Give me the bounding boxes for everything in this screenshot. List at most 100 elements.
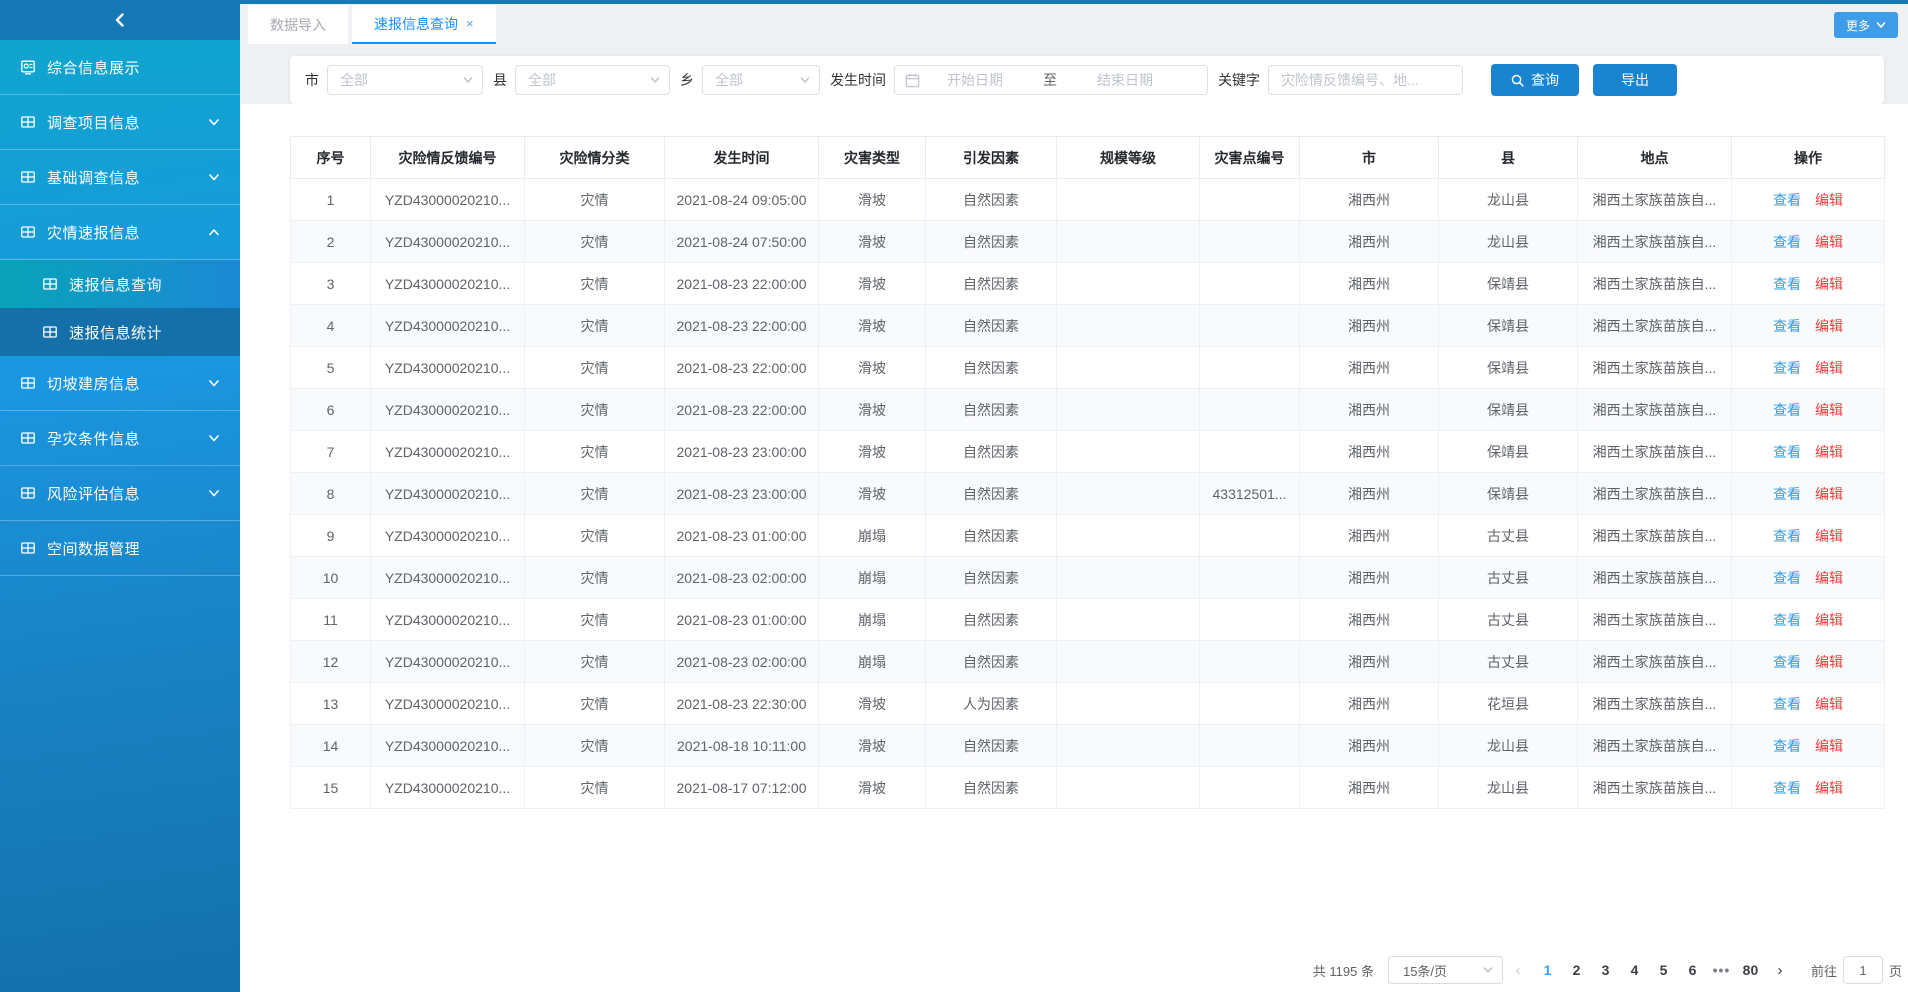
page-number-4[interactable]: 4 [1620, 962, 1649, 978]
view-link[interactable]: 查看 [1773, 360, 1801, 376]
table-icon [20, 485, 36, 501]
table-cell-actions: 查看编辑 [1732, 599, 1885, 641]
sidebar-item-速报信息统计[interactable]: 速报信息统计 [0, 308, 240, 356]
view-link[interactable]: 查看 [1773, 276, 1801, 292]
date-to-label: 至 [1030, 70, 1070, 90]
prev-page-button[interactable]: ‹ [1503, 962, 1533, 979]
table-header-row: 序号灾险情反馈编号灾险情分类发生时间灾害类型引发因素规模等级灾害点编号市县地点操… [291, 137, 1885, 179]
sidebar-item-空间数据管理[interactable]: 空间数据管理 [0, 521, 240, 576]
town-select[interactable]: 全部 [702, 65, 820, 95]
view-link[interactable]: 查看 [1773, 402, 1801, 418]
more-button[interactable]: 更多 [1834, 12, 1898, 38]
edit-link[interactable]: 编辑 [1815, 570, 1843, 586]
view-link[interactable]: 查看 [1773, 780, 1801, 796]
city-select[interactable]: 全部 [327, 65, 483, 95]
sidebar-item-孕灾条件信息[interactable]: 孕灾条件信息 [0, 411, 240, 466]
view-link[interactable]: 查看 [1773, 486, 1801, 502]
table-cell [1200, 431, 1300, 473]
table-cell [1200, 263, 1300, 305]
view-link[interactable]: 查看 [1773, 192, 1801, 208]
county-select[interactable]: 全部 [515, 65, 670, 95]
table-cell [1200, 221, 1300, 263]
view-link[interactable]: 查看 [1773, 234, 1801, 250]
edit-link[interactable]: 编辑 [1815, 486, 1843, 502]
tab-bar: 数据导入 速报信息查询 × 更多 [240, 4, 1908, 44]
table-row: 10YZD43000020210...灾情2021-08-23 02:00:00… [291, 557, 1885, 599]
edit-link[interactable]: 编辑 [1815, 360, 1843, 376]
table-cell: 湘西州 [1300, 683, 1439, 725]
sidebar-item-灾情速报信息[interactable]: 灾情速报信息 [0, 205, 240, 260]
table-cell: 灾情 [525, 305, 665, 347]
page-number-2[interactable]: 2 [1562, 962, 1591, 978]
sidebar-item-风险评估信息[interactable]: 风险评估信息 [0, 466, 240, 521]
tab-data-import[interactable]: 数据导入 [248, 5, 348, 44]
page-size-select[interactable]: 15条/页 [1388, 956, 1503, 984]
view-link[interactable]: 查看 [1773, 570, 1801, 586]
next-page-button[interactable]: › [1765, 962, 1795, 979]
table-cell: 湘西州 [1300, 725, 1439, 767]
page-number-80[interactable]: 80 [1736, 962, 1765, 978]
page-size-value: 15条/页 [1403, 961, 1482, 980]
edit-link[interactable]: 编辑 [1815, 444, 1843, 460]
view-link[interactable]: 查看 [1773, 654, 1801, 670]
view-link[interactable]: 查看 [1773, 612, 1801, 628]
tab-close-icon[interactable]: × [466, 16, 474, 31]
goto-page-input[interactable] [1843, 956, 1883, 984]
view-link[interactable]: 查看 [1773, 444, 1801, 460]
search-button[interactable]: 查询 [1491, 64, 1579, 96]
edit-link[interactable]: 编辑 [1815, 318, 1843, 334]
sidebar-item-切坡建房信息[interactable]: 切坡建房信息 [0, 356, 240, 411]
sidebar-item-基础调查信息[interactable]: 基础调查信息 [0, 150, 240, 205]
edit-link[interactable]: 编辑 [1815, 402, 1843, 418]
sidebar-item-速报信息查询[interactable]: 速报信息查询 [0, 260, 240, 308]
sidebar-item-label: 切坡建房信息 [47, 373, 206, 394]
table-cell: 2021-08-23 01:00:00 [665, 515, 819, 557]
table-cell: 自然因素 [926, 431, 1057, 473]
table-cell: 灾情 [525, 347, 665, 389]
page-number-3[interactable]: 3 [1591, 962, 1620, 978]
sidebar-item-调查项目信息[interactable]: 调查项目信息 [0, 95, 240, 150]
edit-link[interactable]: 编辑 [1815, 654, 1843, 670]
table-cell: 43312501... [1200, 473, 1300, 515]
start-date-placeholder[interactable]: 开始日期 [920, 70, 1030, 90]
table-cell-actions: 查看编辑 [1732, 515, 1885, 557]
edit-link[interactable]: 编辑 [1815, 192, 1843, 208]
edit-link[interactable]: 编辑 [1815, 612, 1843, 628]
edit-link[interactable]: 编辑 [1815, 276, 1843, 292]
view-link[interactable]: 查看 [1773, 696, 1801, 712]
column-header-规模等级: 规模等级 [1057, 137, 1200, 179]
sidebar-item-label: 调查项目信息 [47, 112, 206, 133]
table-cell: 2021-08-23 22:00:00 [665, 347, 819, 389]
table-cell: 滑坡 [819, 179, 926, 221]
keyword-input[interactable] [1268, 65, 1463, 95]
end-date-placeholder[interactable]: 结束日期 [1070, 70, 1180, 90]
column-header-灾害类型: 灾害类型 [819, 137, 926, 179]
sidebar-collapse-button[interactable] [0, 0, 240, 40]
table-cell: YZD43000020210... [371, 347, 525, 389]
table-cell: 2021-08-23 02:00:00 [665, 641, 819, 683]
page-number-6[interactable]: 6 [1678, 962, 1707, 978]
edit-link[interactable]: 编辑 [1815, 234, 1843, 250]
chevron-down-icon [649, 74, 661, 86]
filter-band: 市 全部 县 全部 乡 全部 发生时间 [240, 44, 1908, 104]
export-button[interactable]: 导出 [1593, 64, 1677, 96]
sidebar-item-综合信息展示[interactable]: 综合信息展示 [0, 40, 240, 95]
page-number-1[interactable]: 1 [1533, 962, 1562, 978]
table-cell: YZD43000020210... [371, 683, 525, 725]
view-link[interactable]: 查看 [1773, 318, 1801, 334]
edit-link[interactable]: 编辑 [1815, 738, 1843, 754]
date-range-picker[interactable]: 开始日期 至 结束日期 [894, 65, 1208, 95]
edit-link[interactable]: 编辑 [1815, 780, 1843, 796]
edit-link[interactable]: 编辑 [1815, 528, 1843, 544]
table-cell: 灾情 [525, 557, 665, 599]
tab-report-query[interactable]: 速报信息查询 × [352, 5, 496, 44]
table-cell: 自然因素 [926, 641, 1057, 683]
edit-link[interactable]: 编辑 [1815, 696, 1843, 712]
table-cell: 2021-08-24 07:50:00 [665, 221, 819, 263]
view-link[interactable]: 查看 [1773, 528, 1801, 544]
table-cell: YZD43000020210... [371, 599, 525, 641]
page-number-5[interactable]: 5 [1649, 962, 1678, 978]
table-cell: 湘西州 [1300, 599, 1439, 641]
table-cell: 2021-08-23 02:00:00 [665, 557, 819, 599]
view-link[interactable]: 查看 [1773, 738, 1801, 754]
